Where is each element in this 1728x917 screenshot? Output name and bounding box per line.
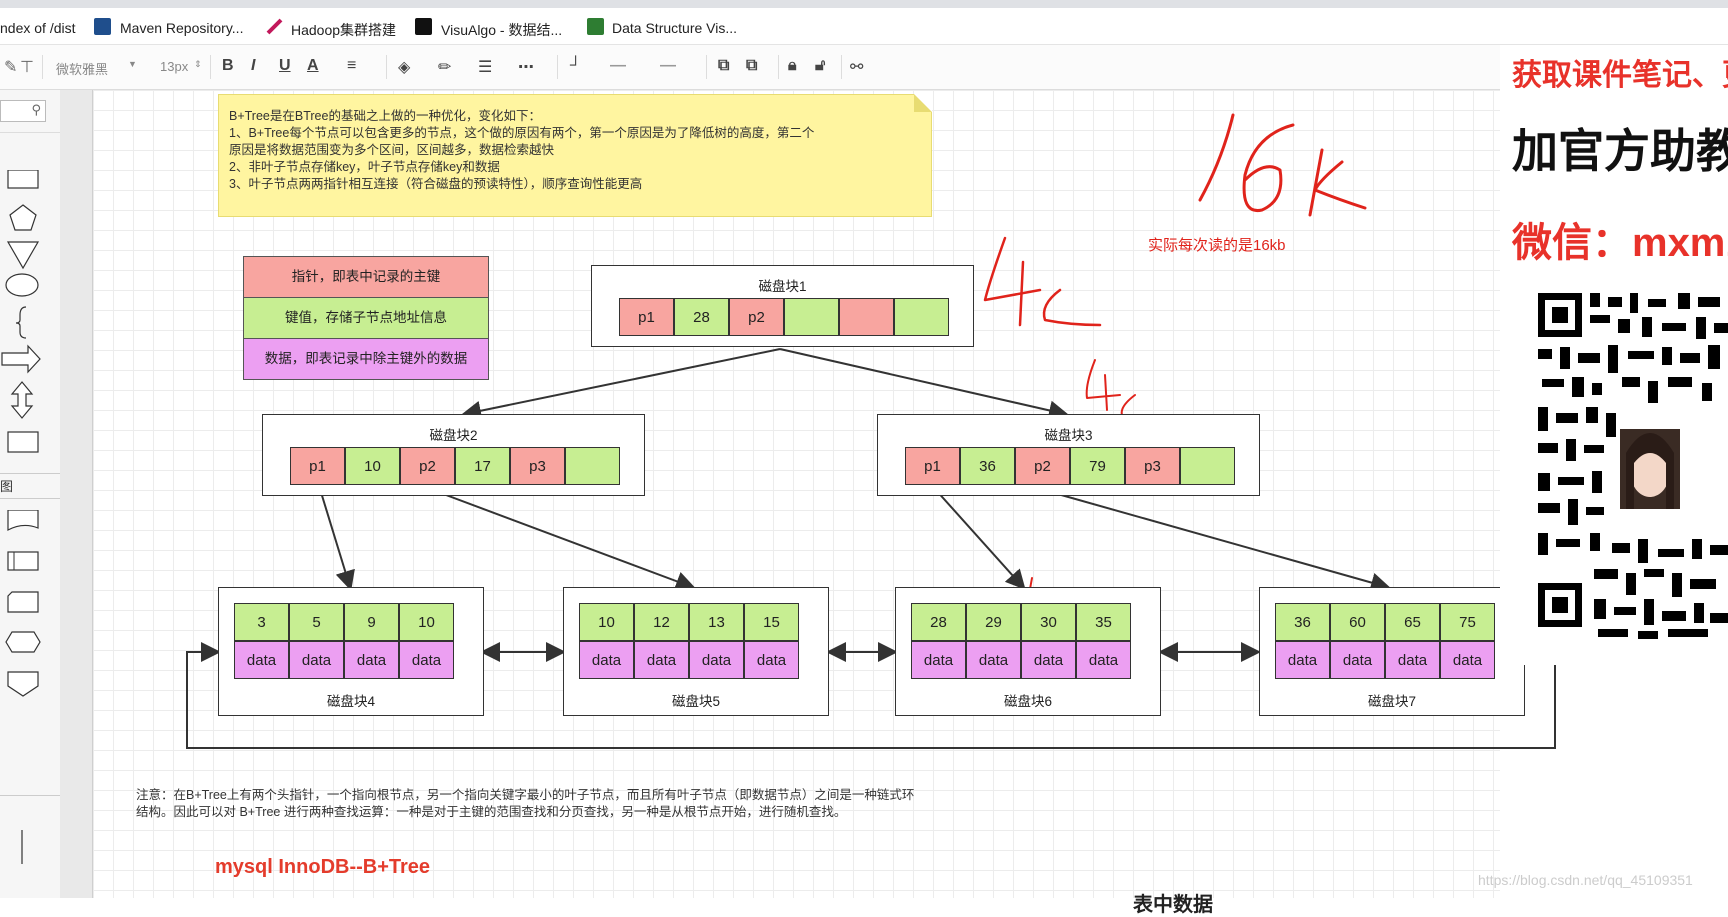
data-cell: data	[344, 641, 399, 679]
key-cell: 3	[234, 603, 289, 641]
cell	[784, 298, 839, 336]
disk-title: 磁盘块4	[326, 694, 375, 709]
cell	[565, 447, 620, 485]
edge-d3-d7	[1039, 488, 1391, 593]
disk-block-1[interactable]: 磁盘块1 p1 28 p2	[591, 265, 974, 347]
data-cell: data	[1385, 641, 1440, 679]
cell: 28	[674, 298, 729, 336]
data-cell: data	[579, 641, 634, 679]
data-cell: data	[1021, 641, 1076, 679]
disk-block-2[interactable]: 磁盘块2 p1 10 p2 17 p3	[262, 414, 645, 496]
cell	[1180, 447, 1235, 485]
disk-title: 磁盘块1	[758, 279, 807, 294]
key-cell: 12	[634, 603, 689, 641]
disk-title: 磁盘块2	[429, 428, 478, 443]
cell: p2	[729, 298, 784, 336]
key-cell: 30	[1021, 603, 1076, 641]
edge-root-left	[461, 348, 781, 421]
cell: 36	[960, 447, 1015, 485]
key-cell: 9	[344, 603, 399, 641]
handwriting-k-arm	[1313, 160, 1367, 210]
cell: p2	[400, 447, 455, 485]
edge-d3-d6	[934, 488, 1026, 590]
data-cell: data	[399, 641, 454, 679]
qr-code-icon	[1538, 293, 1728, 643]
data-cell: data	[234, 641, 289, 679]
data-cell: data	[911, 641, 966, 679]
disk-title: 磁盘块3	[1044, 428, 1093, 443]
data-cell: data	[634, 641, 689, 679]
promo-line: 加官方助教老	[1512, 125, 1728, 177]
handwriting-4k-b	[1085, 359, 1171, 423]
disk-block-5[interactable]: 10 12 13 15 data data data data 磁盘块5	[563, 587, 829, 716]
data-cell: data	[744, 641, 799, 679]
data-cell: data	[1275, 641, 1330, 679]
data-cell: data	[966, 641, 1021, 679]
disk-block-6[interactable]: 28 29 30 35 data data data data 磁盘块6	[895, 587, 1161, 716]
table-data-heading: 表中数据	[1133, 894, 1213, 916]
data-cell: data	[1440, 641, 1495, 679]
key-cell: 13	[689, 603, 744, 641]
disk-block-7[interactable]: 36 60 65 75 data data data data 磁盘块7	[1259, 587, 1525, 716]
bottom-note-line: 结构。因此可以对 B+Tree 进行两种查找运算：一种是对于主键的范围查找和分页…	[136, 805, 847, 819]
key-cell: 10	[579, 603, 634, 641]
csdn-watermark: https://blog.csdn.net/qq_45109351	[1478, 872, 1693, 888]
promo-line: 获取课件笔记、更多	[1512, 59, 1728, 92]
cell: 10	[345, 447, 400, 485]
edge-root-right	[779, 348, 1069, 421]
cell: p1	[619, 298, 674, 336]
cell: p1	[290, 447, 345, 485]
key-cell: 28	[911, 603, 966, 641]
key-cell: 75	[1440, 603, 1495, 641]
cell: 17	[455, 447, 510, 485]
disk-title: 磁盘块7	[1367, 694, 1416, 709]
disk-title: 磁盘块6	[1003, 694, 1052, 709]
key-cell: 29	[966, 603, 1021, 641]
edge-d2-d5	[429, 488, 696, 591]
cell	[839, 298, 894, 336]
disk-block-3[interactable]: 磁盘块3 p1 36 p2 79 p3	[877, 414, 1260, 496]
diagram-title: mysql InnoDB--B+Tree	[215, 856, 431, 878]
handwriting-6	[1242, 123, 1295, 213]
key-cell: 15	[744, 603, 799, 641]
key-cell: 10	[399, 603, 454, 641]
handwriting-4k-a	[983, 236, 1042, 302]
disk-block-4[interactable]: 3 5 9 10 data data data data 磁盘块4	[218, 587, 484, 716]
key-cell: 36	[1275, 603, 1330, 641]
data-cell: data	[1076, 641, 1131, 679]
tree-edges	[186, 113, 1556, 749]
key-cell: 35	[1076, 603, 1131, 641]
promo-overlay: 获取课件笔记、更多 加官方助教老 微信：mxm1	[1500, 45, 1728, 665]
key-cell: 60	[1330, 603, 1385, 641]
data-cell: data	[289, 641, 344, 679]
data-cell: data	[1330, 641, 1385, 679]
edge-d2-d4	[319, 488, 355, 591]
cell: p2	[1015, 447, 1070, 485]
cell: p3	[1125, 447, 1180, 485]
data-cell: data	[689, 641, 744, 679]
cell: p3	[510, 447, 565, 485]
promo-line: 微信：mxm1	[1512, 221, 1728, 265]
cell	[894, 298, 949, 336]
cell: 79	[1070, 447, 1125, 485]
handwriting-1	[1198, 113, 1235, 202]
handwriting-annotations	[983, 113, 1367, 616]
cell: p1	[905, 447, 960, 485]
disk-title: 磁盘块5	[671, 694, 720, 709]
key-cell: 65	[1385, 603, 1440, 641]
key-cell: 5	[289, 603, 344, 641]
kb-annotation: 实际每次读的是16kb	[1148, 237, 1286, 254]
